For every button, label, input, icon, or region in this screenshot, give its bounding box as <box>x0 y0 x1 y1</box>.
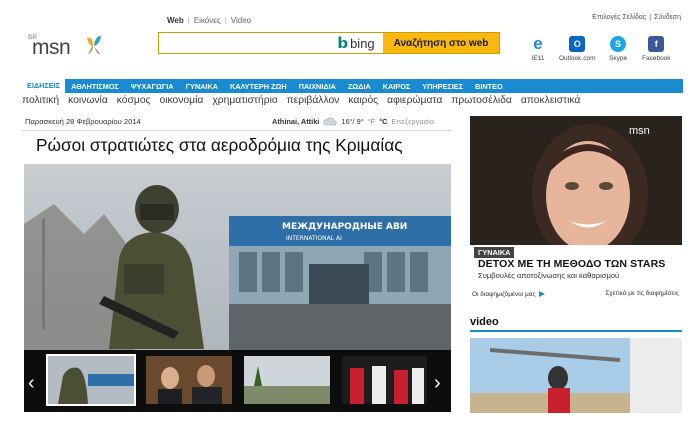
ad-title[interactable]: DETOX ΜΕ ΤΗ ΜΕΘΟΔΟ ΤΩΝ STARS <box>478 258 665 270</box>
nav-item-games[interactable]: ΠΑΙΧΝΙΔΙΑ <box>293 82 342 91</box>
subnav-item-environment[interactable]: περιβάλλον <box>287 95 340 106</box>
quick-link-label: IE11 <box>531 55 545 62</box>
ad-partners-label: Οι διαφημιζόμενοι μας <box>472 290 536 298</box>
top-links: Επιλογές Σελίδας | Σύνδεση <box>592 14 681 21</box>
ad-category-tag: ΓΥΝΑΙΚΑ <box>474 247 515 258</box>
weather-edit-link[interactable]: Επεξεργασία <box>392 117 435 126</box>
carousel-thumbnail[interactable] <box>342 356 427 404</box>
logo-text: msn <box>32 36 71 59</box>
separator: | <box>649 14 652 21</box>
sign-line-1: МЕЖДУНАРОДНЫЕ АВИ <box>282 222 407 232</box>
subnav-item-world[interactable]: κόσμος <box>117 95 151 106</box>
video-section-heading[interactable]: video <box>470 316 499 328</box>
search-tab-images[interactable]: Εικόνες <box>190 16 225 25</box>
quick-link-label: Facebook <box>642 55 671 62</box>
carousel-thumbnail[interactable] <box>146 356 232 404</box>
thumbnail-image <box>244 356 330 404</box>
bing-logo: 𝗯 bing <box>329 33 383 53</box>
video-image <box>470 338 682 413</box>
subnav-item-features[interactable]: αφιερώματα <box>387 95 442 106</box>
main-nav: ΕΙΔΗΣΕΙΣ ΑΘΛΗΤΙΣΜΟΣ ΨΥΧΑΓΩΓΙΑ ΓΥΝΑΙΚΑ ΚΑ… <box>22 79 683 93</box>
adchoices-icon <box>538 291 545 297</box>
video-section-rule <box>470 330 682 332</box>
quick-link-outlook[interactable]: O Outlook.com <box>559 36 596 62</box>
search-tab-video[interactable]: Video <box>227 16 255 25</box>
subnav-item-stock-market[interactable]: χρηματιστήριο <box>212 95 277 106</box>
nav-item-video[interactable]: ΒΙΝΤΕΟ <box>469 82 509 91</box>
bing-b-icon: 𝗯 <box>337 35 349 52</box>
search-tab-web[interactable]: Web <box>163 16 188 25</box>
divider <box>22 130 452 131</box>
search-web-button[interactable]: Αναζήτηση στο web <box>383 33 499 53</box>
thumbnail-image <box>146 356 232 404</box>
subnav-item-politics[interactable]: πολιτική <box>22 95 59 106</box>
search-bar: 𝗯 bing Αναζήτηση στο web <box>158 32 500 54</box>
subnav: πολιτική κοινωνία κόσμος οικονομία χρημα… <box>22 95 589 106</box>
facebook-icon: f <box>648 36 665 52</box>
msn-logo[interactable]: GR msn <box>28 34 108 62</box>
subnav-item-economy[interactable]: οικονομία <box>160 95 204 106</box>
quick-link-label: Outlook.com <box>559 55 596 62</box>
video-thumbnail[interactable] <box>470 338 682 413</box>
unit-f-toggle[interactable]: °F <box>368 117 375 126</box>
nav-item-entertainment[interactable]: ΨΥΧΑΓΩΓΙΑ <box>125 82 180 91</box>
quick-link-label: Skype <box>609 55 628 62</box>
nav-item-news[interactable]: ΕΙΔΗΣΕΙΣ <box>22 79 66 93</box>
photo-illustration: МЕЖДУНАРОДНЫЕ АВИ INTERNATIONAL AI <box>24 164 451 350</box>
date-line: Παρασκευή 28 Φεβρουαρίου 2014 <box>25 117 141 126</box>
weather-temp: 16°/ 9° <box>341 116 364 126</box>
ad-subtitle: Συμβουλές αποτοξίνωσης και καθαρισμού <box>478 271 620 280</box>
carousel-next-button[interactable]: › <box>434 372 441 395</box>
subnav-item-society[interactable]: κοινωνία <box>68 95 108 106</box>
main-story-photo[interactable]: МЕЖДУНАРОДНЫЕ АВИ INTERNATIONAL AI <box>24 164 451 350</box>
unit-c-toggle[interactable]: °C <box>379 117 387 126</box>
subnav-item-weather[interactable]: καιρός <box>348 95 378 106</box>
quick-link-skype[interactable]: S Skype <box>609 36 627 62</box>
weather-widget: Athinai, Attiki 16°/ 9° °F °C Επεξεργασί… <box>272 116 434 126</box>
carousel-thumbnail[interactable] <box>46 354 136 406</box>
ad-partners-link[interactable]: Οι διαφημιζόμενοι μας <box>472 290 546 298</box>
search-input[interactable] <box>159 33 329 53</box>
subnav-item-exclusives[interactable]: αποκλειστικά <box>521 95 581 106</box>
nav-item-better-life[interactable]: ΚΑΛΥΤΕΡΗ ΖΩΗ <box>224 82 293 91</box>
outlook-icon: O <box>569 36 586 52</box>
butterfly-icon <box>87 36 101 54</box>
nav-item-services[interactable]: ΥΠΗΡΕΣΙΕΣ <box>416 82 469 91</box>
carousel-prev-button[interactable]: ‹ <box>28 372 35 395</box>
cloud-icon <box>323 117 337 126</box>
carousel-thumbnail[interactable] <box>244 356 330 404</box>
weather-location[interactable]: Athinai, Attiki <box>272 117 319 126</box>
subnav-item-front-pages[interactable]: πρωτοσέλιδα <box>451 95 512 106</box>
search-tabs: Web | Εικόνες | Video <box>163 16 255 25</box>
thumbnail-image <box>342 356 427 404</box>
quick-link-ie11[interactable]: e IE11 <box>530 34 546 62</box>
ad-msn-logo: msn <box>629 125 650 137</box>
nav-item-sports[interactable]: ΑΘΛΗΤΙΣΜΟΣ <box>65 82 125 91</box>
sign-line-2: INTERNATIONAL AI <box>286 235 342 242</box>
internet-explorer-icon: e <box>533 34 543 53</box>
sign-in-link[interactable]: Σύνδεση <box>654 14 681 21</box>
headline[interactable]: Ρώσοι στρατιώτες στα αεροδρόμια της Κριμ… <box>36 135 403 156</box>
about-ads-link[interactable]: Σχετικά με τις διαφημίσεις <box>605 290 679 297</box>
quick-link-facebook[interactable]: f Facebook <box>642 36 671 62</box>
nav-item-women[interactable]: ΓΥΝΑΙΚΑ <box>180 82 224 91</box>
nav-item-weather[interactable]: ΚΑΙΡΟΣ <box>377 82 417 91</box>
skype-icon: S <box>610 36 627 52</box>
thumbnail-image <box>48 356 134 404</box>
page-options-link[interactable]: Επιλογές Σελίδας <box>592 14 646 21</box>
bing-label: bing <box>350 35 375 51</box>
nav-item-horoscopes[interactable]: ΖΩΔΙΑ <box>342 82 377 91</box>
